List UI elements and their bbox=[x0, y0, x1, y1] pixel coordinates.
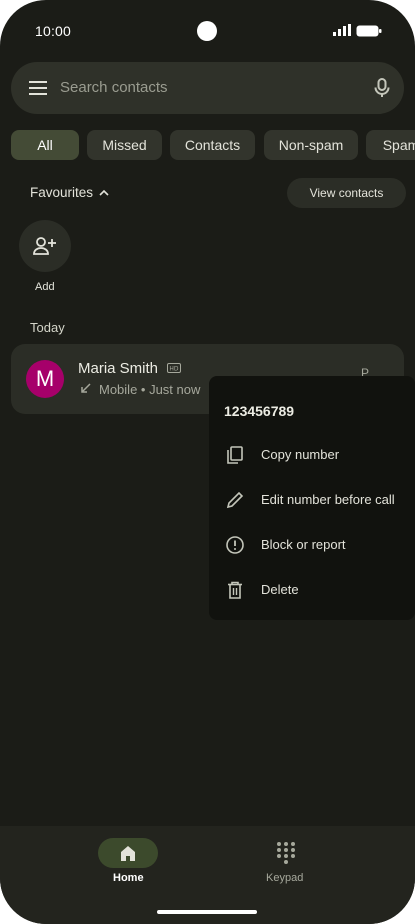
add-person-icon bbox=[33, 237, 56, 255]
microphone-icon[interactable] bbox=[371, 76, 393, 100]
menu-item-copy-number[interactable]: Copy number bbox=[209, 435, 415, 475]
nav-home[interactable] bbox=[98, 838, 158, 868]
chevron-up-icon[interactable] bbox=[98, 188, 110, 198]
bottom-navigation: Home Keypad bbox=[0, 826, 415, 924]
trash-icon bbox=[228, 581, 242, 599]
gesture-home-indicator[interactable] bbox=[157, 910, 257, 914]
nav-keypad-label[interactable]: Keypad bbox=[266, 872, 303, 884]
menu-item-block-report[interactable]: Block or report bbox=[209, 525, 415, 565]
call-meta: Mobile • Just now bbox=[99, 382, 201, 397]
add-favourite-label: Add bbox=[35, 281, 55, 293]
avatar: M bbox=[26, 360, 64, 398]
favourites-title[interactable]: Favourites bbox=[30, 185, 93, 200]
chip-all[interactable]: All bbox=[11, 130, 79, 160]
chip-contacts[interactable]: Contacts bbox=[170, 130, 255, 160]
battery-icon bbox=[356, 25, 382, 37]
add-favourite-button[interactable] bbox=[19, 220, 71, 272]
home-icon bbox=[121, 846, 135, 861]
chip-missed[interactable]: Missed bbox=[87, 130, 162, 160]
alert-circle-icon bbox=[226, 536, 244, 554]
filter-chips: All Missed Contacts Non-spam Spam bbox=[11, 130, 415, 160]
pencil-icon bbox=[226, 491, 244, 509]
keypad-icon[interactable] bbox=[276, 841, 296, 865]
search-bar[interactable]: Search contacts bbox=[11, 62, 404, 114]
context-menu: 123456789 Copy number Edit number before… bbox=[209, 376, 415, 620]
section-today: Today bbox=[30, 320, 65, 335]
search-input[interactable]: Search contacts bbox=[60, 79, 168, 96]
hd-icon: HD bbox=[167, 363, 181, 373]
nav-home-label[interactable]: Home bbox=[113, 872, 144, 884]
signal-icon bbox=[333, 24, 351, 36]
menu-item-label: Edit number before call bbox=[261, 492, 395, 507]
phone-screen: 10:00 Search contacts All Missed Contact… bbox=[0, 0, 415, 924]
status-bar: 10:00 bbox=[0, 0, 415, 60]
svg-text:HD: HD bbox=[169, 366, 179, 373]
menu-item-delete[interactable]: Delete bbox=[209, 570, 415, 610]
menu-phone-number: 123456789 bbox=[224, 403, 295, 419]
contact-name: Maria Smith bbox=[78, 360, 159, 377]
status-time: 10:00 bbox=[35, 23, 72, 39]
chip-non-spam[interactable]: Non-spam bbox=[264, 130, 358, 160]
copy-icon bbox=[227, 446, 243, 464]
view-contacts-button[interactable]: View contacts bbox=[287, 178, 406, 208]
camera-cutout bbox=[197, 21, 217, 41]
menu-item-label: Copy number bbox=[261, 447, 340, 462]
menu-item-edit-number[interactable]: Edit number before call bbox=[209, 480, 415, 520]
chip-spam[interactable]: Spam bbox=[366, 130, 415, 160]
menu-item-label: Block or report bbox=[261, 537, 346, 552]
incoming-call-arrow-icon bbox=[81, 383, 91, 393]
menu-icon[interactable] bbox=[28, 79, 48, 97]
menu-item-label: Delete bbox=[261, 582, 299, 597]
